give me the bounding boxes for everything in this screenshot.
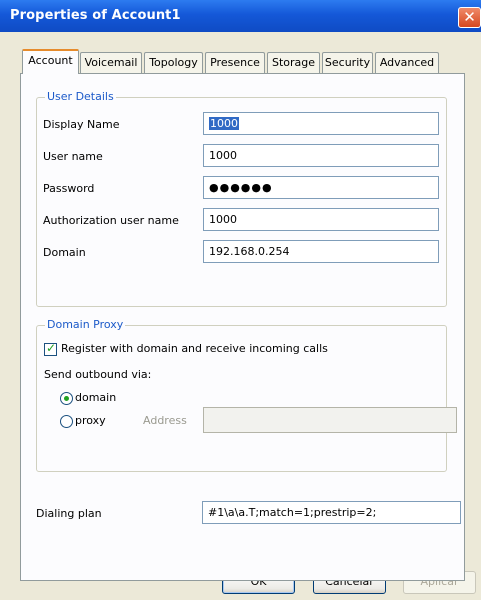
register-checkbox[interactable]: ✓	[44, 341, 57, 356]
auth-user-field[interactable]: 1000	[203, 208, 439, 231]
tab-advanced[interactable]: Advanced	[375, 52, 439, 73]
user-name-label: User name	[43, 150, 103, 163]
auth-user-label: Authorization user name	[43, 214, 179, 227]
close-icon: ✕	[463, 8, 476, 26]
display-name-field[interactable]: 1000	[203, 112, 439, 135]
title-bar: Properties of Account1 ✕	[0, 0, 481, 33]
domain-value: 192.168.0.254	[209, 245, 290, 258]
password-label: Password	[43, 182, 95, 195]
dialog-body: Account Voicemail Topology Presence Stor…	[0, 32, 481, 600]
domain-field[interactable]: 192.168.0.254	[203, 240, 439, 263]
tab-topology[interactable]: Topology	[144, 52, 203, 73]
tab-security[interactable]: Security	[322, 52, 373, 73]
address-label: Address	[143, 414, 187, 427]
proxy-radio-label: proxy	[75, 414, 106, 427]
tab-account[interactable]: Account	[22, 49, 79, 74]
close-button[interactable]: ✕	[458, 7, 481, 28]
tab-voicemail[interactable]: Voicemail	[80, 52, 142, 73]
checkmark-icon: ✓	[46, 341, 57, 355]
dialing-plan-value: #1\a\a.T;match=1;prestrip=2;	[208, 506, 377, 519]
domain-radio[interactable]	[60, 392, 73, 405]
proxy-radio[interactable]	[60, 415, 73, 428]
user-name-value: 1000	[209, 149, 237, 162]
password-value: ●●●●●●	[209, 181, 273, 194]
tab-presence[interactable]: Presence	[205, 52, 265, 73]
window-title: Properties of Account1	[10, 8, 181, 23]
user-details-group: User Details Display Name 1000 User name…	[36, 90, 447, 307]
domain-label: Domain	[43, 246, 86, 259]
domain-proxy-group: Domain Proxy ✓ Register with domain and …	[36, 318, 457, 472]
dialing-plan-field[interactable]: #1\a\a.T;match=1;prestrip=2;	[202, 501, 461, 524]
user-details-title: User Details	[45, 90, 116, 103]
address-field[interactable]	[203, 407, 457, 433]
tab-storage[interactable]: Storage	[267, 52, 320, 73]
domain-radio-label: domain	[75, 391, 117, 404]
dialing-plan-label: Dialing plan	[36, 507, 102, 520]
register-label: Register with domain and receive incomin…	[61, 342, 328, 355]
domain-proxy-title: Domain Proxy	[45, 318, 126, 331]
send-outbound-label: Send outbound via:	[44, 368, 152, 381]
display-name-value: 1000	[209, 117, 239, 130]
auth-user-value: 1000	[209, 213, 237, 226]
display-name-label: Display Name	[43, 118, 120, 131]
password-field[interactable]: ●●●●●●	[203, 176, 439, 199]
user-name-field[interactable]: 1000	[203, 144, 439, 167]
account-tab-panel: User Details Display Name 1000 User name…	[20, 73, 465, 581]
radio-dot-icon	[64, 396, 69, 401]
